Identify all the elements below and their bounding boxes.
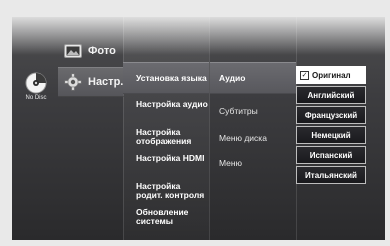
dropdown-option-label: Английский bbox=[307, 90, 355, 100]
setting-subtitle-language[interactable]: Субтитры bbox=[210, 106, 296, 116]
setting-disc-menu-language[interactable]: Меню диска bbox=[210, 133, 296, 143]
photo-icon bbox=[64, 42, 82, 60]
audio-language-dropdown: ✓ Оригинал Английский Французский Немецк… bbox=[296, 66, 366, 186]
dropdown-option-label: Итальянский bbox=[305, 170, 357, 180]
submenu-item-language[interactable]: Установка языка bbox=[123, 62, 209, 94]
submenu-label: Настройка HDMI bbox=[136, 153, 205, 163]
dropdown-option-original[interactable]: ✓ Оригинал bbox=[296, 66, 366, 84]
menu-screen: No Disc Фото Настр. Установка языка Наст… bbox=[12, 17, 385, 240]
submenu-label: Настройка родит. контроля bbox=[136, 181, 205, 200]
setting-label: Меню диска bbox=[219, 133, 267, 143]
dropdown-option-german[interactable]: Немецкий bbox=[296, 126, 366, 144]
submenu-label: Настройка аудио bbox=[136, 99, 208, 109]
dropdown-option-label: Оригинал bbox=[312, 70, 351, 80]
submenu-item-audio[interactable]: Настройка аудио bbox=[123, 100, 209, 109]
main-menu-item-photo[interactable]: Фото bbox=[58, 37, 124, 65]
dropdown-option-label: Немецкий bbox=[311, 130, 351, 140]
main-menu-label: Настр. bbox=[88, 76, 124, 88]
submenu-label: Установка языка bbox=[136, 72, 207, 83]
main-menu: Фото Настр. bbox=[58, 37, 124, 99]
dropdown-option-label: Французский bbox=[304, 110, 358, 120]
submenu-item-hdmi[interactable]: Настройка HDMI bbox=[123, 154, 209, 163]
setting-label: Меню bbox=[219, 158, 242, 168]
setting-audio-language[interactable]: Аудио bbox=[210, 62, 296, 94]
setting-label: Аудио bbox=[219, 73, 246, 83]
setting-menu-language[interactable]: Меню bbox=[210, 158, 296, 168]
tv-frame: No Disc Фото Настр. Установка языка Наст… bbox=[0, 0, 390, 246]
checkbox-checked-icon: ✓ bbox=[300, 70, 309, 80]
submenu-label: Обновление системы bbox=[136, 207, 189, 226]
gear-icon bbox=[64, 73, 82, 91]
main-menu-item-settings[interactable]: Настр. bbox=[58, 67, 124, 97]
submenu-item-update[interactable]: Обновление системы bbox=[123, 208, 209, 226]
setting-label: Субтитры bbox=[219, 106, 258, 116]
submenu-label: Настройка отображения bbox=[136, 127, 192, 146]
dropdown-option-italian[interactable]: Итальянский bbox=[296, 166, 366, 184]
disc-icon bbox=[25, 72, 47, 94]
settings-submenu: Установка языка Настройка аудио Настройк… bbox=[123, 17, 209, 240]
dropdown-option-spanish[interactable]: Испанский bbox=[296, 146, 366, 164]
main-menu-label: Фото bbox=[88, 45, 116, 57]
disc-status: No Disc bbox=[18, 72, 54, 101]
dropdown-option-label: Испанский bbox=[309, 150, 353, 160]
disc-status-label: No Disc bbox=[25, 95, 47, 101]
dropdown-option-french[interactable]: Французский bbox=[296, 106, 366, 124]
language-settings: Аудио Субтитры Меню диска Меню bbox=[210, 17, 296, 240]
dropdown-option-english[interactable]: Английский bbox=[296, 86, 366, 104]
submenu-item-parental[interactable]: Настройка родит. контроля bbox=[123, 182, 209, 200]
submenu-item-display[interactable]: Настройка отображения bbox=[123, 128, 209, 146]
